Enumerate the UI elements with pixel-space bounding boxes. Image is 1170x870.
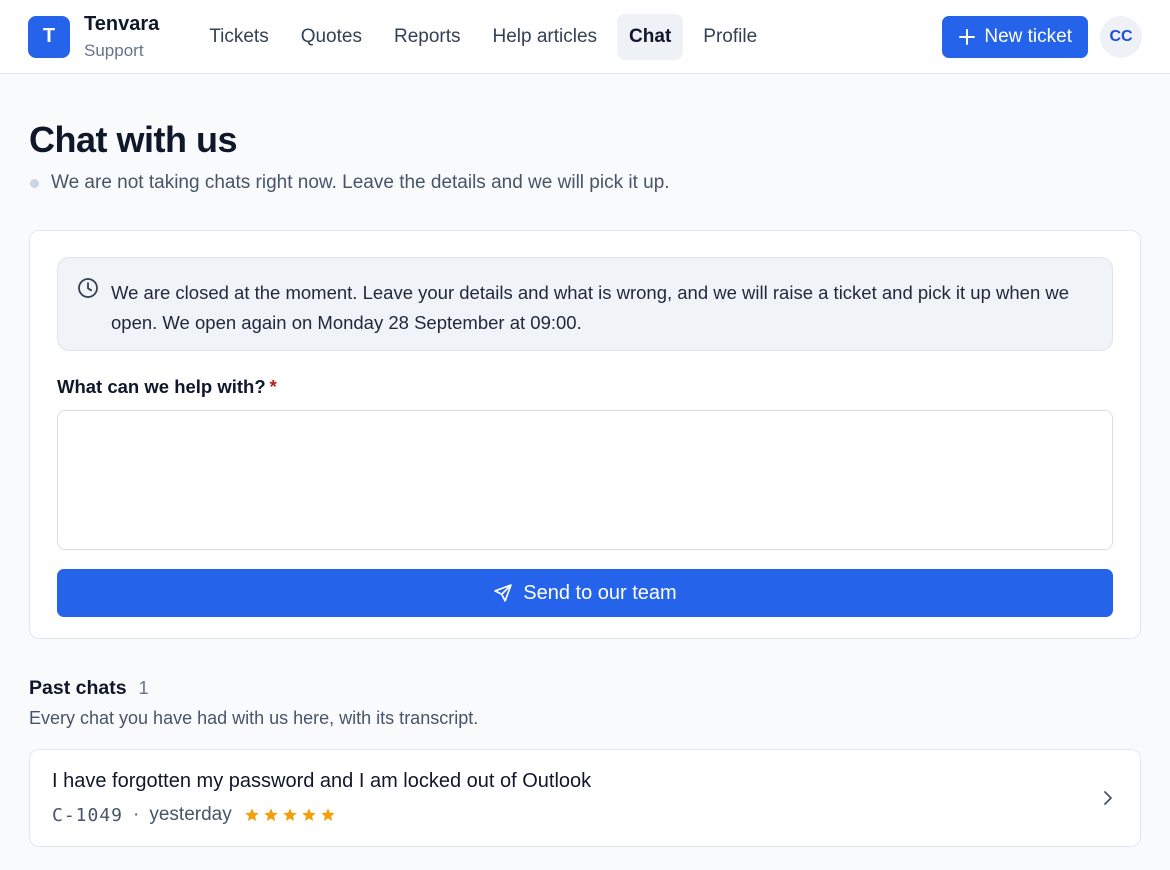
star-icon xyxy=(264,808,278,821)
star-icon xyxy=(283,808,297,821)
main-content: Chat with us We are not taking chats rig… xyxy=(0,120,1170,847)
meta-separator: · xyxy=(133,804,140,825)
past-chat-title: I have forgotten my password and I am lo… xyxy=(52,770,592,792)
nav-reports[interactable]: Reports xyxy=(382,14,473,60)
message-label: What can we help with? * xyxy=(57,376,1113,398)
brand: Tenvara Support xyxy=(84,12,159,62)
user-avatar[interactable]: CC xyxy=(1100,16,1142,58)
new-ticket-label: New ticket xyxy=(984,26,1072,47)
past-chats-subtitle: Every chat you have had with us here, wi… xyxy=(29,708,479,728)
nav-profile[interactable]: Profile xyxy=(691,14,769,60)
past-chats-header: Past chats 1 xyxy=(29,677,1141,700)
past-chats-title: Past chats xyxy=(29,677,127,699)
chevron-right-icon xyxy=(1104,791,1112,805)
chat-form-card: We are closed at the moment. Leave your … xyxy=(29,230,1141,639)
message-label-text: What can we help with? xyxy=(57,376,266,397)
brand-logo[interactable]: T xyxy=(28,15,70,58)
star-icon xyxy=(245,808,259,821)
brand-name: Tenvara xyxy=(84,12,160,35)
brand-subtitle: Support xyxy=(84,40,144,60)
top-bar: T Tenvara Support Tickets Quotes Reports… xyxy=(0,0,1170,74)
send-button[interactable]: Send to our team xyxy=(57,569,1113,617)
message-input[interactable] xyxy=(57,410,1113,550)
past-chat-meta: C-1049 · yesterday xyxy=(52,804,1118,826)
past-chat-item[interactable]: I have forgotten my password and I am lo… xyxy=(29,749,1141,847)
page-title: Chat with us xyxy=(29,119,238,160)
past-chat-id: C-1049 xyxy=(52,804,124,826)
star-icon xyxy=(302,808,316,821)
past-chat-when: yesterday xyxy=(149,804,232,825)
rating-stars xyxy=(244,807,336,823)
header-actions: New ticket CC xyxy=(942,0,1142,74)
past-chats-count: 1 xyxy=(138,678,149,698)
closed-notice-text: We are closed at the moment. Leave your … xyxy=(111,282,1070,333)
send-button-label: Send to our team xyxy=(523,581,677,604)
closed-notice: We are closed at the moment. Leave your … xyxy=(57,257,1113,351)
nav-quotes[interactable]: Quotes xyxy=(289,14,374,60)
status-dot xyxy=(30,178,39,188)
nav-tickets[interactable]: Tickets xyxy=(197,14,280,60)
clock-icon xyxy=(78,278,98,298)
required-marker: * xyxy=(269,376,277,397)
send-icon xyxy=(494,584,513,602)
nav-help-articles[interactable]: Help articles xyxy=(481,14,610,60)
nav-chat[interactable]: Chat xyxy=(617,13,684,60)
status-text: We are not taking chats right now. Leave… xyxy=(51,172,670,193)
chat-status: We are not taking chats right now. Leave… xyxy=(29,172,1141,194)
plus-icon xyxy=(959,29,976,45)
main-nav: Tickets Quotes Reports Help articles Cha… xyxy=(197,13,769,60)
star-icon xyxy=(321,808,335,821)
new-ticket-button[interactable]: New ticket xyxy=(942,16,1088,58)
